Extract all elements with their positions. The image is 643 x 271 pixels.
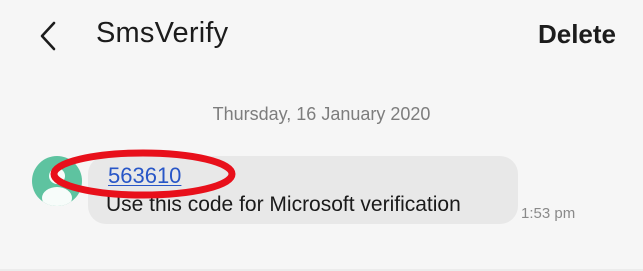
verification-code-link[interactable]: 563610 <box>108 163 181 189</box>
back-button[interactable] <box>34 18 64 54</box>
person-icon <box>42 168 72 206</box>
message-text: Use this code for Microsoft verification <box>106 193 461 216</box>
delete-button[interactable]: Delete <box>538 19 616 50</box>
message-bubble[interactable]: 563610 Use this code for Microsoft verif… <box>88 156 518 224</box>
chevron-left-icon <box>40 21 56 51</box>
message-timestamp: 1:53 pm <box>521 205 576 222</box>
sender-avatar <box>32 156 82 206</box>
app-header: SmsVerify Delete <box>0 0 643 74</box>
conversation-title: SmsVerify <box>96 17 229 49</box>
date-divider: Thursday, 16 January 2020 <box>212 104 431 124</box>
